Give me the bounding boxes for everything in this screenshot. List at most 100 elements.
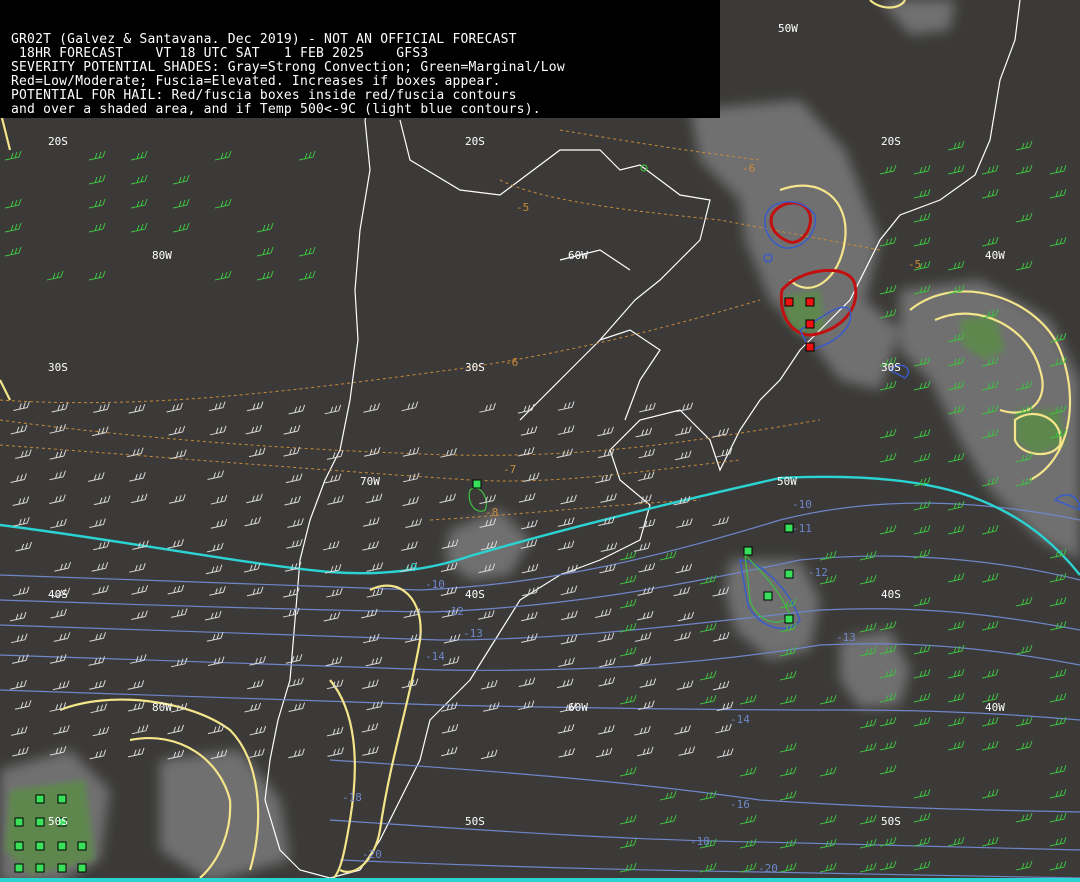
wind-barb bbox=[363, 403, 380, 413]
wind-barb bbox=[13, 401, 30, 411]
wind-barb bbox=[947, 692, 965, 703]
wind-barb bbox=[913, 836, 931, 847]
wind-barb bbox=[715, 723, 732, 734]
contour-label: -18 bbox=[342, 791, 362, 804]
wind-barb bbox=[859, 862, 877, 873]
wind-barb bbox=[256, 246, 274, 257]
wind-barb bbox=[4, 198, 22, 209]
wind-barb bbox=[52, 680, 70, 691]
wind-barb bbox=[739, 838, 757, 849]
header-hail-note: POTENTIAL FOR HAIL: Red/fuscia boxes ins… bbox=[11, 88, 517, 103]
wind-barb bbox=[207, 470, 225, 480]
wind-barb bbox=[1049, 788, 1067, 799]
wind-barb bbox=[859, 814, 877, 825]
wind-barb bbox=[913, 428, 931, 439]
wind-barb bbox=[214, 270, 232, 281]
forecast-map bbox=[0, 0, 1080, 882]
wind-barb bbox=[440, 746, 458, 757]
wind-barb bbox=[673, 586, 691, 597]
wind-barb bbox=[619, 838, 637, 849]
wind-barb bbox=[659, 550, 677, 561]
lon-label-40w-bot: 40W bbox=[985, 701, 1005, 714]
wind-barb bbox=[93, 495, 111, 506]
wind-barb bbox=[167, 539, 184, 549]
contour-label: -12 bbox=[808, 566, 828, 579]
wind-barb bbox=[127, 680, 145, 690]
wind-barb bbox=[819, 814, 837, 825]
wind-barb bbox=[326, 450, 344, 460]
wind-barb bbox=[879, 284, 897, 295]
wind-barb bbox=[50, 518, 67, 529]
wind-barb bbox=[247, 679, 264, 690]
wind-barb bbox=[639, 402, 656, 413]
lat-label-50s-mid: 50S bbox=[465, 815, 485, 828]
wind-barb bbox=[1015, 812, 1033, 823]
wind-barb bbox=[560, 494, 577, 505]
wind-barb bbox=[256, 270, 274, 281]
wind-barb bbox=[879, 452, 897, 463]
wind-barb bbox=[443, 633, 461, 644]
wind-barb bbox=[206, 542, 224, 553]
wind-barb bbox=[170, 608, 188, 618]
lon-label-40w-top: 40W bbox=[985, 249, 1005, 262]
wind-barb bbox=[716, 748, 734, 758]
wind-barb bbox=[913, 212, 931, 223]
wind-barb bbox=[49, 424, 67, 434]
wind-barb bbox=[10, 726, 28, 736]
wind-barb bbox=[478, 610, 495, 620]
wind-barb bbox=[739, 862, 757, 873]
contour-label: -9 bbox=[404, 561, 418, 574]
wind-barb bbox=[172, 222, 190, 233]
wind-barb bbox=[210, 519, 228, 529]
wind-barb bbox=[170, 449, 187, 460]
green-severity-box bbox=[763, 591, 773, 601]
wind-barb bbox=[15, 541, 33, 552]
wind-barb bbox=[779, 766, 797, 777]
wind-barb bbox=[480, 679, 498, 690]
wind-barb bbox=[879, 740, 897, 751]
wind-barb bbox=[12, 746, 29, 757]
wind-barb bbox=[913, 380, 931, 391]
wind-barb bbox=[166, 402, 183, 413]
wind-barb bbox=[557, 517, 575, 527]
wind-barb bbox=[600, 542, 618, 552]
wind-barb bbox=[10, 424, 28, 435]
wind-barb bbox=[91, 426, 109, 437]
wind-barb bbox=[598, 676, 616, 687]
wind-barb bbox=[1049, 812, 1067, 823]
wind-barb bbox=[600, 493, 617, 503]
wind-barb bbox=[712, 680, 730, 691]
contour-label: -18 bbox=[690, 835, 710, 848]
wind-barb bbox=[92, 726, 110, 737]
wind-barb bbox=[947, 572, 965, 583]
wind-barb bbox=[981, 668, 999, 679]
wind-barb bbox=[518, 677, 536, 687]
wind-barb bbox=[981, 524, 999, 535]
wind-barb bbox=[859, 574, 877, 585]
wind-barb bbox=[1015, 860, 1033, 871]
wind-barb bbox=[521, 611, 538, 622]
wind-barb bbox=[49, 654, 67, 664]
wind-barb bbox=[366, 562, 384, 572]
green-severity-box bbox=[77, 863, 87, 873]
wind-barb bbox=[206, 632, 224, 642]
wind-barb bbox=[129, 472, 146, 482]
wind-barb bbox=[130, 222, 148, 233]
wind-barb bbox=[439, 493, 456, 504]
wind-barb bbox=[699, 670, 717, 681]
wind-barb bbox=[4, 150, 22, 161]
wind-barb bbox=[205, 564, 223, 575]
wind-barb bbox=[913, 500, 931, 511]
green-severity-box bbox=[35, 817, 45, 827]
contour-label: -16 bbox=[730, 798, 750, 811]
wind-barb bbox=[676, 518, 693, 528]
wind-barb bbox=[947, 524, 965, 535]
wind-barb bbox=[779, 862, 797, 873]
green-severity-box bbox=[14, 817, 24, 827]
wind-barb bbox=[517, 446, 535, 457]
wind-barb bbox=[93, 403, 110, 413]
wind-barb bbox=[49, 470, 66, 481]
green-severity-box bbox=[35, 863, 45, 873]
green-severity-box bbox=[57, 794, 67, 804]
wind-barb bbox=[819, 766, 837, 777]
